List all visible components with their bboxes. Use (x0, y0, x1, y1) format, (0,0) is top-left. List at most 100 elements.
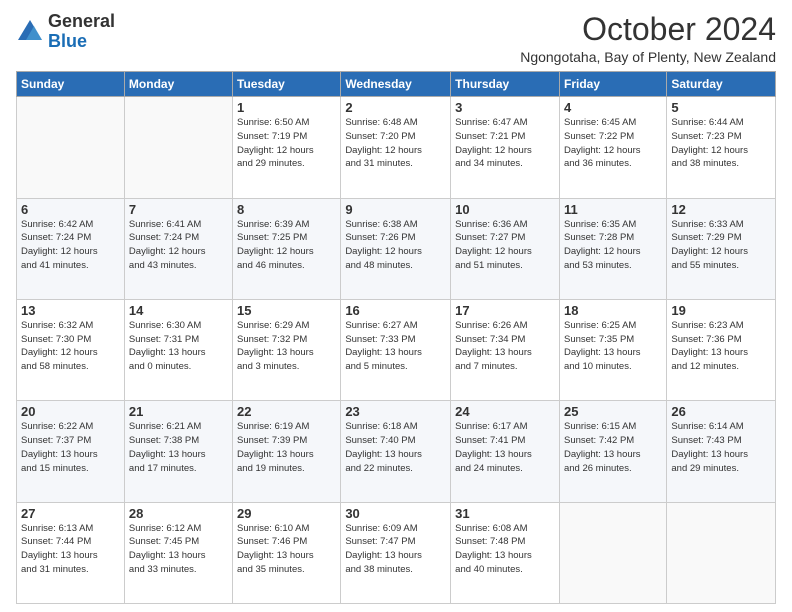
calendar-cell: 23Sunrise: 6:18 AM Sunset: 7:40 PM Dayli… (341, 401, 451, 502)
day-info: Sunrise: 6:10 AM Sunset: 7:46 PM Dayligh… (237, 522, 336, 577)
day-info: Sunrise: 6:21 AM Sunset: 7:38 PM Dayligh… (129, 420, 228, 475)
calendar-cell: 27Sunrise: 6:13 AM Sunset: 7:44 PM Dayli… (17, 502, 125, 603)
day-info: Sunrise: 6:23 AM Sunset: 7:36 PM Dayligh… (671, 319, 771, 374)
calendar-cell (667, 502, 776, 603)
header: General Blue October 2024 Ngongotaha, Ba… (16, 12, 776, 65)
calendar-cell: 12Sunrise: 6:33 AM Sunset: 7:29 PM Dayli… (667, 198, 776, 299)
day-number: 30 (345, 506, 446, 521)
day-info: Sunrise: 6:12 AM Sunset: 7:45 PM Dayligh… (129, 522, 228, 577)
calendar-cell: 29Sunrise: 6:10 AM Sunset: 7:46 PM Dayli… (233, 502, 341, 603)
day-info: Sunrise: 6:32 AM Sunset: 7:30 PM Dayligh… (21, 319, 120, 374)
day-info: Sunrise: 6:25 AM Sunset: 7:35 PM Dayligh… (564, 319, 662, 374)
day-of-week-header: Tuesday (233, 72, 341, 97)
day-of-week-header: Thursday (451, 72, 560, 97)
day-info: Sunrise: 6:39 AM Sunset: 7:25 PM Dayligh… (237, 218, 336, 273)
calendar: SundayMondayTuesdayWednesdayThursdayFrid… (16, 71, 776, 604)
day-number: 23 (345, 404, 446, 419)
day-info: Sunrise: 6:09 AM Sunset: 7:47 PM Dayligh… (345, 522, 446, 577)
calendar-cell: 1Sunrise: 6:50 AM Sunset: 7:19 PM Daylig… (233, 97, 341, 198)
day-info: Sunrise: 6:14 AM Sunset: 7:43 PM Dayligh… (671, 420, 771, 475)
calendar-cell: 7Sunrise: 6:41 AM Sunset: 7:24 PM Daylig… (124, 198, 232, 299)
calendar-cell: 31Sunrise: 6:08 AM Sunset: 7:48 PM Dayli… (451, 502, 560, 603)
calendar-week-row: 27Sunrise: 6:13 AM Sunset: 7:44 PM Dayli… (17, 502, 776, 603)
day-info: Sunrise: 6:45 AM Sunset: 7:22 PM Dayligh… (564, 116, 662, 171)
day-number: 4 (564, 100, 662, 115)
day-number: 15 (237, 303, 336, 318)
calendar-header-row: SundayMondayTuesdayWednesdayThursdayFrid… (17, 72, 776, 97)
day-number: 24 (455, 404, 555, 419)
day-number: 11 (564, 202, 662, 217)
calendar-cell: 3Sunrise: 6:47 AM Sunset: 7:21 PM Daylig… (451, 97, 560, 198)
day-number: 29 (237, 506, 336, 521)
day-of-week-header: Monday (124, 72, 232, 97)
day-info: Sunrise: 6:33 AM Sunset: 7:29 PM Dayligh… (671, 218, 771, 273)
day-info: Sunrise: 6:36 AM Sunset: 7:27 PM Dayligh… (455, 218, 555, 273)
day-info: Sunrise: 6:27 AM Sunset: 7:33 PM Dayligh… (345, 319, 446, 374)
day-info: Sunrise: 6:47 AM Sunset: 7:21 PM Dayligh… (455, 116, 555, 171)
day-number: 3 (455, 100, 555, 115)
day-info: Sunrise: 6:18 AM Sunset: 7:40 PM Dayligh… (345, 420, 446, 475)
day-number: 18 (564, 303, 662, 318)
day-info: Sunrise: 6:38 AM Sunset: 7:26 PM Dayligh… (345, 218, 446, 273)
day-number: 25 (564, 404, 662, 419)
day-of-week-header: Wednesday (341, 72, 451, 97)
calendar-cell: 5Sunrise: 6:44 AM Sunset: 7:23 PM Daylig… (667, 97, 776, 198)
location-title: Ngongotaha, Bay of Plenty, New Zealand (520, 49, 776, 65)
day-info: Sunrise: 6:35 AM Sunset: 7:28 PM Dayligh… (564, 218, 662, 273)
day-info: Sunrise: 6:17 AM Sunset: 7:41 PM Dayligh… (455, 420, 555, 475)
day-number: 7 (129, 202, 228, 217)
calendar-cell: 10Sunrise: 6:36 AM Sunset: 7:27 PM Dayli… (451, 198, 560, 299)
day-info: Sunrise: 6:08 AM Sunset: 7:48 PM Dayligh… (455, 522, 555, 577)
logo: General Blue (16, 12, 115, 52)
calendar-cell: 28Sunrise: 6:12 AM Sunset: 7:45 PM Dayli… (124, 502, 232, 603)
calendar-week-row: 13Sunrise: 6:32 AM Sunset: 7:30 PM Dayli… (17, 299, 776, 400)
day-number: 5 (671, 100, 771, 115)
calendar-cell: 9Sunrise: 6:38 AM Sunset: 7:26 PM Daylig… (341, 198, 451, 299)
day-number: 8 (237, 202, 336, 217)
day-info: Sunrise: 6:48 AM Sunset: 7:20 PM Dayligh… (345, 116, 446, 171)
day-info: Sunrise: 6:19 AM Sunset: 7:39 PM Dayligh… (237, 420, 336, 475)
day-number: 27 (21, 506, 120, 521)
month-title: October 2024 (520, 12, 776, 47)
calendar-cell: 21Sunrise: 6:21 AM Sunset: 7:38 PM Dayli… (124, 401, 232, 502)
calendar-cell: 11Sunrise: 6:35 AM Sunset: 7:28 PM Dayli… (559, 198, 666, 299)
calendar-cell: 30Sunrise: 6:09 AM Sunset: 7:47 PM Dayli… (341, 502, 451, 603)
day-number: 16 (345, 303, 446, 318)
calendar-cell: 22Sunrise: 6:19 AM Sunset: 7:39 PM Dayli… (233, 401, 341, 502)
day-number: 20 (21, 404, 120, 419)
calendar-cell: 18Sunrise: 6:25 AM Sunset: 7:35 PM Dayli… (559, 299, 666, 400)
day-number: 10 (455, 202, 555, 217)
logo-general-text: General (48, 11, 115, 31)
day-number: 28 (129, 506, 228, 521)
page: General Blue October 2024 Ngongotaha, Ba… (0, 0, 792, 612)
calendar-cell (17, 97, 125, 198)
day-info: Sunrise: 6:26 AM Sunset: 7:34 PM Dayligh… (455, 319, 555, 374)
calendar-cell: 17Sunrise: 6:26 AM Sunset: 7:34 PM Dayli… (451, 299, 560, 400)
day-info: Sunrise: 6:29 AM Sunset: 7:32 PM Dayligh… (237, 319, 336, 374)
calendar-cell: 26Sunrise: 6:14 AM Sunset: 7:43 PM Dayli… (667, 401, 776, 502)
day-number: 6 (21, 202, 120, 217)
logo-icon (16, 18, 44, 46)
day-info: Sunrise: 6:15 AM Sunset: 7:42 PM Dayligh… (564, 420, 662, 475)
day-number: 19 (671, 303, 771, 318)
logo-blue-text: Blue (48, 31, 87, 51)
calendar-cell: 25Sunrise: 6:15 AM Sunset: 7:42 PM Dayli… (559, 401, 666, 502)
calendar-cell: 6Sunrise: 6:42 AM Sunset: 7:24 PM Daylig… (17, 198, 125, 299)
day-number: 9 (345, 202, 446, 217)
day-info: Sunrise: 6:22 AM Sunset: 7:37 PM Dayligh… (21, 420, 120, 475)
day-of-week-header: Saturday (667, 72, 776, 97)
calendar-cell: 4Sunrise: 6:45 AM Sunset: 7:22 PM Daylig… (559, 97, 666, 198)
calendar-cell: 2Sunrise: 6:48 AM Sunset: 7:20 PM Daylig… (341, 97, 451, 198)
day-number: 31 (455, 506, 555, 521)
calendar-cell: 20Sunrise: 6:22 AM Sunset: 7:37 PM Dayli… (17, 401, 125, 502)
calendar-cell (124, 97, 232, 198)
day-number: 2 (345, 100, 446, 115)
day-info: Sunrise: 6:13 AM Sunset: 7:44 PM Dayligh… (21, 522, 120, 577)
calendar-week-row: 1Sunrise: 6:50 AM Sunset: 7:19 PM Daylig… (17, 97, 776, 198)
calendar-cell: 14Sunrise: 6:30 AM Sunset: 7:31 PM Dayli… (124, 299, 232, 400)
calendar-cell (559, 502, 666, 603)
day-number: 12 (671, 202, 771, 217)
day-number: 14 (129, 303, 228, 318)
day-info: Sunrise: 6:42 AM Sunset: 7:24 PM Dayligh… (21, 218, 120, 273)
calendar-cell: 24Sunrise: 6:17 AM Sunset: 7:41 PM Dayli… (451, 401, 560, 502)
